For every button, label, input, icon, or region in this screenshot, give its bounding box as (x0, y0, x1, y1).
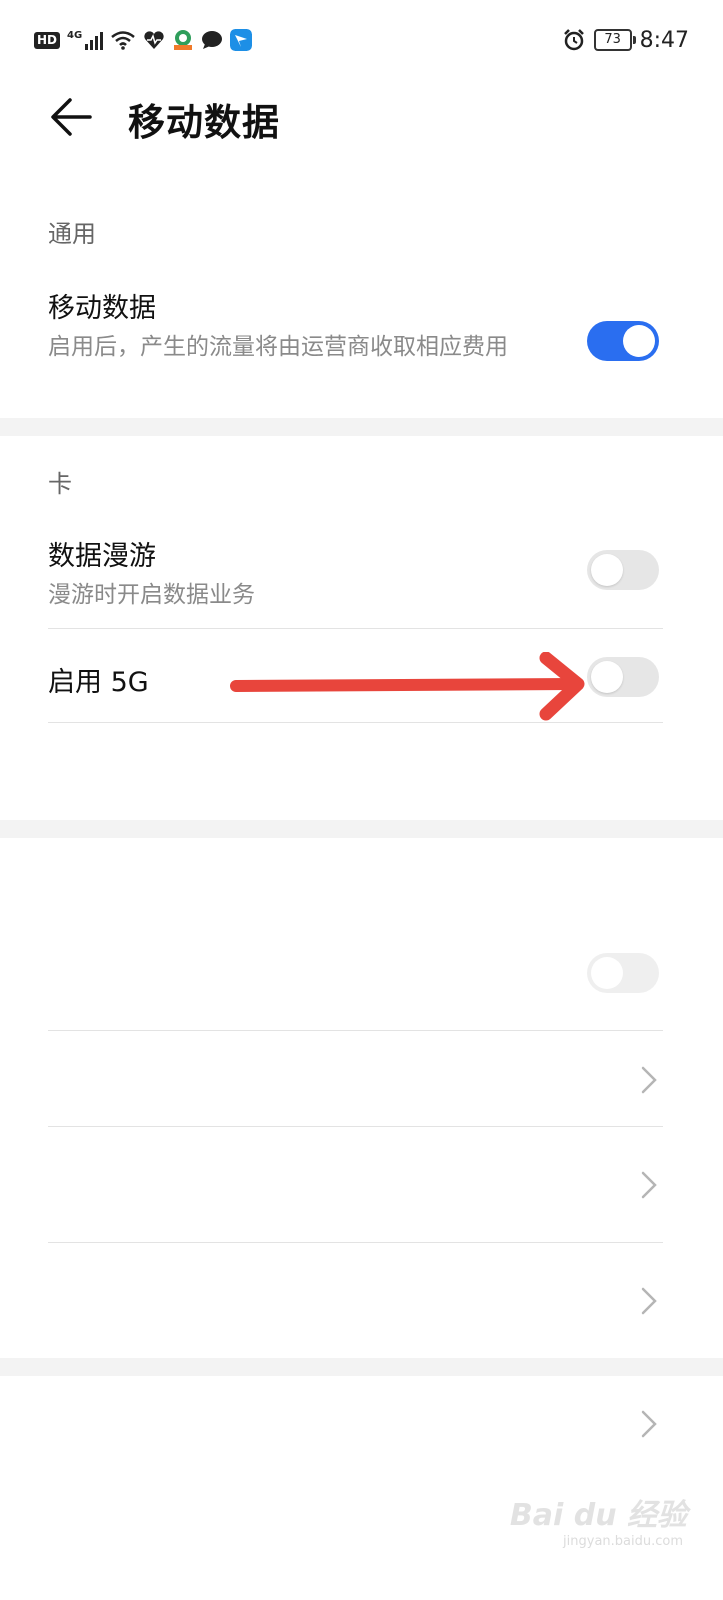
section-title-card: 卡 (48, 470, 72, 498)
page-title: 移动数据 (128, 101, 280, 144)
app-icon-blue (230, 29, 253, 51)
message-icon (202, 31, 223, 49)
divider (48, 1242, 663, 1243)
switch-knob (591, 957, 623, 989)
switch-knob (591, 554, 623, 586)
data-roaming-subtitle: 漫游时开启数据业务 (48, 582, 255, 608)
mobile-data-subtitle: 启用后，产生的流量将由运营商收取相应费用 (48, 334, 508, 360)
divider (48, 1126, 663, 1127)
battery-indicator: 73 (593, 29, 636, 51)
status-left: HD 4G (34, 26, 253, 54)
enable-5g-switch[interactable] (587, 657, 659, 697)
data-roaming-title: 数据漫游 (48, 541, 156, 572)
divider (48, 628, 663, 629)
hd-badge: HD (34, 31, 61, 49)
watermark-url: jingyan.baidu.com (563, 1534, 683, 1549)
mobile-data-switch[interactable] (587, 321, 659, 361)
chevron-right-icon[interactable] (638, 1064, 660, 1096)
chevron-right-icon[interactable] (638, 1285, 660, 1317)
data-roaming-row[interactable]: 数据漫游 漫游时开启数据业务 (0, 520, 723, 628)
section-separator (0, 820, 723, 838)
section-separator (0, 418, 723, 436)
chevron-right-icon[interactable] (638, 1408, 660, 1440)
mobile-data-row[interactable]: 移动数据 启用后，产生的流量将由运营商收取相应费用 (0, 270, 723, 416)
switch-knob (591, 661, 623, 693)
signal-icon (85, 32, 104, 50)
clock: 8:47 (639, 27, 689, 53)
alarm-icon (563, 29, 584, 51)
status-bar: HD 4G 73 8:47 (0, 0, 723, 80)
chevron-right-icon[interactable] (638, 1169, 660, 1201)
mobile-data-title: 移动数据 (48, 293, 156, 324)
switch-knob (623, 325, 655, 357)
health-icon (144, 31, 164, 49)
section-title-general: 通用 (48, 220, 96, 248)
status-right: 73 8:47 (562, 24, 689, 56)
divider (48, 1030, 663, 1031)
data-roaming-switch[interactable] (587, 550, 659, 590)
arrow-left-icon[interactable] (48, 94, 94, 140)
enable-5g-title: 启用 5G (48, 667, 149, 698)
network-type: 4G (67, 29, 83, 41)
red-arrow-annotation (230, 652, 585, 721)
watermark-logo: Bai du 经验 (509, 1498, 687, 1533)
wifi-icon (111, 31, 135, 50)
app-icon (174, 30, 193, 50)
section-separator (0, 1358, 723, 1376)
toggle-switch[interactable] (587, 953, 659, 993)
